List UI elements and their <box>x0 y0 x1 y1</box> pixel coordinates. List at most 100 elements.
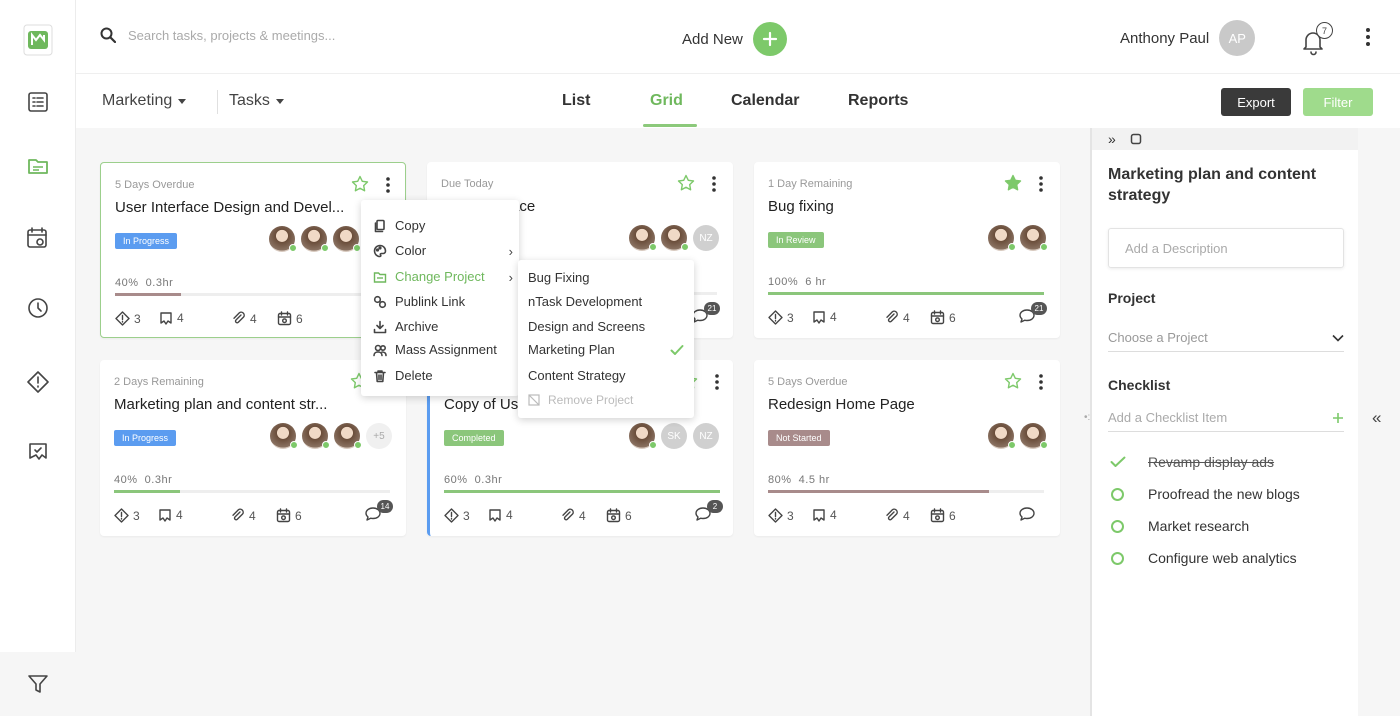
more-options-icon[interactable] <box>1037 373 1045 391</box>
avatar[interactable] <box>661 225 689 251</box>
export-button[interactable]: Export <box>1221 88 1291 116</box>
more-options-icon[interactable] <box>713 373 721 391</box>
plus-icon[interactable] <box>752 22 787 56</box>
task-title[interactable]: Bug fixing <box>768 198 1018 215</box>
avatar[interactable] <box>1020 225 1048 251</box>
issues-icon[interactable] <box>24 368 52 396</box>
avatar[interactable] <box>988 225 1016 251</box>
tab-grid[interactable]: Grid <box>650 92 683 110</box>
avatar[interactable] <box>270 423 298 449</box>
attachments-count[interactable]: 4 <box>231 311 257 326</box>
project-option[interactable]: Content Strategy <box>528 368 688 383</box>
project-option[interactable]: Design and Screens <box>528 319 688 334</box>
status-badge[interactable]: In Progress <box>115 233 178 249</box>
checklist-item[interactable]: Revamp display ads <box>1110 454 1274 470</box>
more-members-badge[interactable]: +5 <box>366 423 392 449</box>
search-input[interactable] <box>128 27 388 43</box>
calendar-icon[interactable] <box>24 224 52 252</box>
project-dropdown[interactable]: Marketing <box>102 92 187 110</box>
menu-item-mass-assignment[interactable]: Mass Assignment <box>373 342 513 357</box>
tab-reports[interactable]: Reports <box>848 92 908 110</box>
avatar[interactable]: AP <box>1219 20 1256 56</box>
add-new-button[interactable]: Add New <box>682 22 787 56</box>
comments-button[interactable]: 2 <box>694 500 723 522</box>
tab-list[interactable]: List <box>562 92 590 110</box>
menu-item-copy[interactable]: Copy <box>373 218 513 233</box>
meetings-count[interactable]: 6 <box>606 508 632 523</box>
project-option[interactable]: Bug Fixing <box>528 270 688 285</box>
comments-button[interactable]: 14 <box>364 500 393 522</box>
attachments-count[interactable]: 4 <box>230 508 256 523</box>
project-select[interactable]: Choose a Project <box>1108 324 1344 352</box>
checklist-item[interactable]: Proofread the new blogs <box>1110 486 1300 502</box>
more-options-icon[interactable] <box>384 176 392 194</box>
checklist-item[interactable]: Market research <box>1110 518 1249 534</box>
issues-count[interactable]: 3 <box>114 508 140 523</box>
type-dropdown[interactable]: Tasks <box>229 92 284 110</box>
risks-count[interactable]: 4 <box>158 508 183 522</box>
task-card[interactable]: 1 Day Remaining Bug fixing In Review 100… <box>754 162 1060 338</box>
risks-icon[interactable] <box>24 438 52 466</box>
avatar[interactable] <box>269 226 297 252</box>
menu-item-change-project[interactable]: Change Project › <box>373 269 513 285</box>
more-options-icon[interactable] <box>1360 26 1376 48</box>
status-badge[interactable]: Not Started <box>768 430 830 446</box>
comments-button[interactable]: 21 <box>1018 302 1047 324</box>
description-field[interactable]: Add a Description <box>1108 228 1344 268</box>
timesheet-icon[interactable] <box>24 294 52 322</box>
fullscreen-icon[interactable] <box>1130 133 1142 145</box>
attachments-count[interactable]: 4 <box>884 310 910 325</box>
project-option[interactable]: nTask Development <box>528 294 688 309</box>
avatar[interactable]: SK <box>661 423 687 449</box>
checklist-item[interactable]: Configure web analytics <box>1110 550 1297 566</box>
avatar[interactable]: NZ <box>693 423 719 449</box>
avatar[interactable] <box>988 423 1016 449</box>
comments-button[interactable] <box>1018 506 1036 522</box>
risks-count[interactable]: 4 <box>812 508 837 522</box>
add-icon[interactable] <box>1332 412 1344 424</box>
avatar[interactable]: NZ <box>693 225 719 251</box>
menu-item-public-link[interactable]: Publink Link <box>373 294 513 309</box>
issues-count[interactable]: 3 <box>444 508 470 523</box>
issues-count[interactable]: 3 <box>768 310 794 325</box>
meetings-count[interactable]: 6 <box>930 310 956 325</box>
star-icon[interactable] <box>677 174 695 192</box>
more-options-icon[interactable] <box>710 175 718 193</box>
menu-item-color[interactable]: Color › <box>373 243 513 259</box>
avatar[interactable] <box>333 226 361 252</box>
tasks-icon[interactable] <box>24 88 52 116</box>
notifications-button[interactable]: 7 <box>1300 22 1333 56</box>
avatar[interactable] <box>301 226 329 252</box>
menu-item-delete[interactable]: Delete <box>373 368 513 383</box>
expand-icon[interactable]: » <box>1108 131 1116 147</box>
project-option-selected[interactable]: Marketing Plan <box>528 342 688 357</box>
avatar[interactable] <box>629 225 657 251</box>
attachments-count[interactable]: 4 <box>560 508 586 523</box>
star-icon[interactable] <box>1004 372 1022 390</box>
meetings-count[interactable]: 6 <box>930 508 956 523</box>
circle-icon[interactable] <box>1111 519 1124 533</box>
checkmark-icon[interactable] <box>1110 456 1126 468</box>
task-title[interactable]: Marketing plan and content strategy <box>1108 164 1348 206</box>
search-bar[interactable] <box>100 27 388 43</box>
sidebar-filter[interactable] <box>0 652 76 716</box>
task-title[interactable]: Marketing plan and content str... <box>114 396 364 413</box>
risks-count[interactable]: 4 <box>488 508 513 522</box>
status-badge[interactable]: In Review <box>768 232 824 248</box>
status-badge[interactable]: In Progress <box>114 430 177 446</box>
checklist-input[interactable]: Add a Checklist Item <box>1108 404 1344 432</box>
more-options-icon[interactable] <box>1037 175 1045 193</box>
task-card[interactable]: 5 Days Overdue Redesign Home Page Not St… <box>754 360 1060 536</box>
star-icon[interactable] <box>351 175 369 193</box>
risks-count[interactable]: 4 <box>812 310 837 324</box>
issues-count[interactable]: 3 <box>768 508 794 523</box>
status-badge[interactable]: Completed <box>444 430 504 446</box>
tab-calendar[interactable]: Calendar <box>731 92 799 110</box>
avatar[interactable] <box>629 423 657 449</box>
filter-button[interactable]: Filter <box>1303 88 1373 116</box>
circle-icon[interactable] <box>1111 487 1124 501</box>
projects-icon[interactable] <box>24 152 52 180</box>
attachments-count[interactable]: 4 <box>884 508 910 523</box>
menu-item-archive[interactable]: Archive <box>373 319 513 334</box>
risks-count[interactable]: 4 <box>159 311 184 325</box>
